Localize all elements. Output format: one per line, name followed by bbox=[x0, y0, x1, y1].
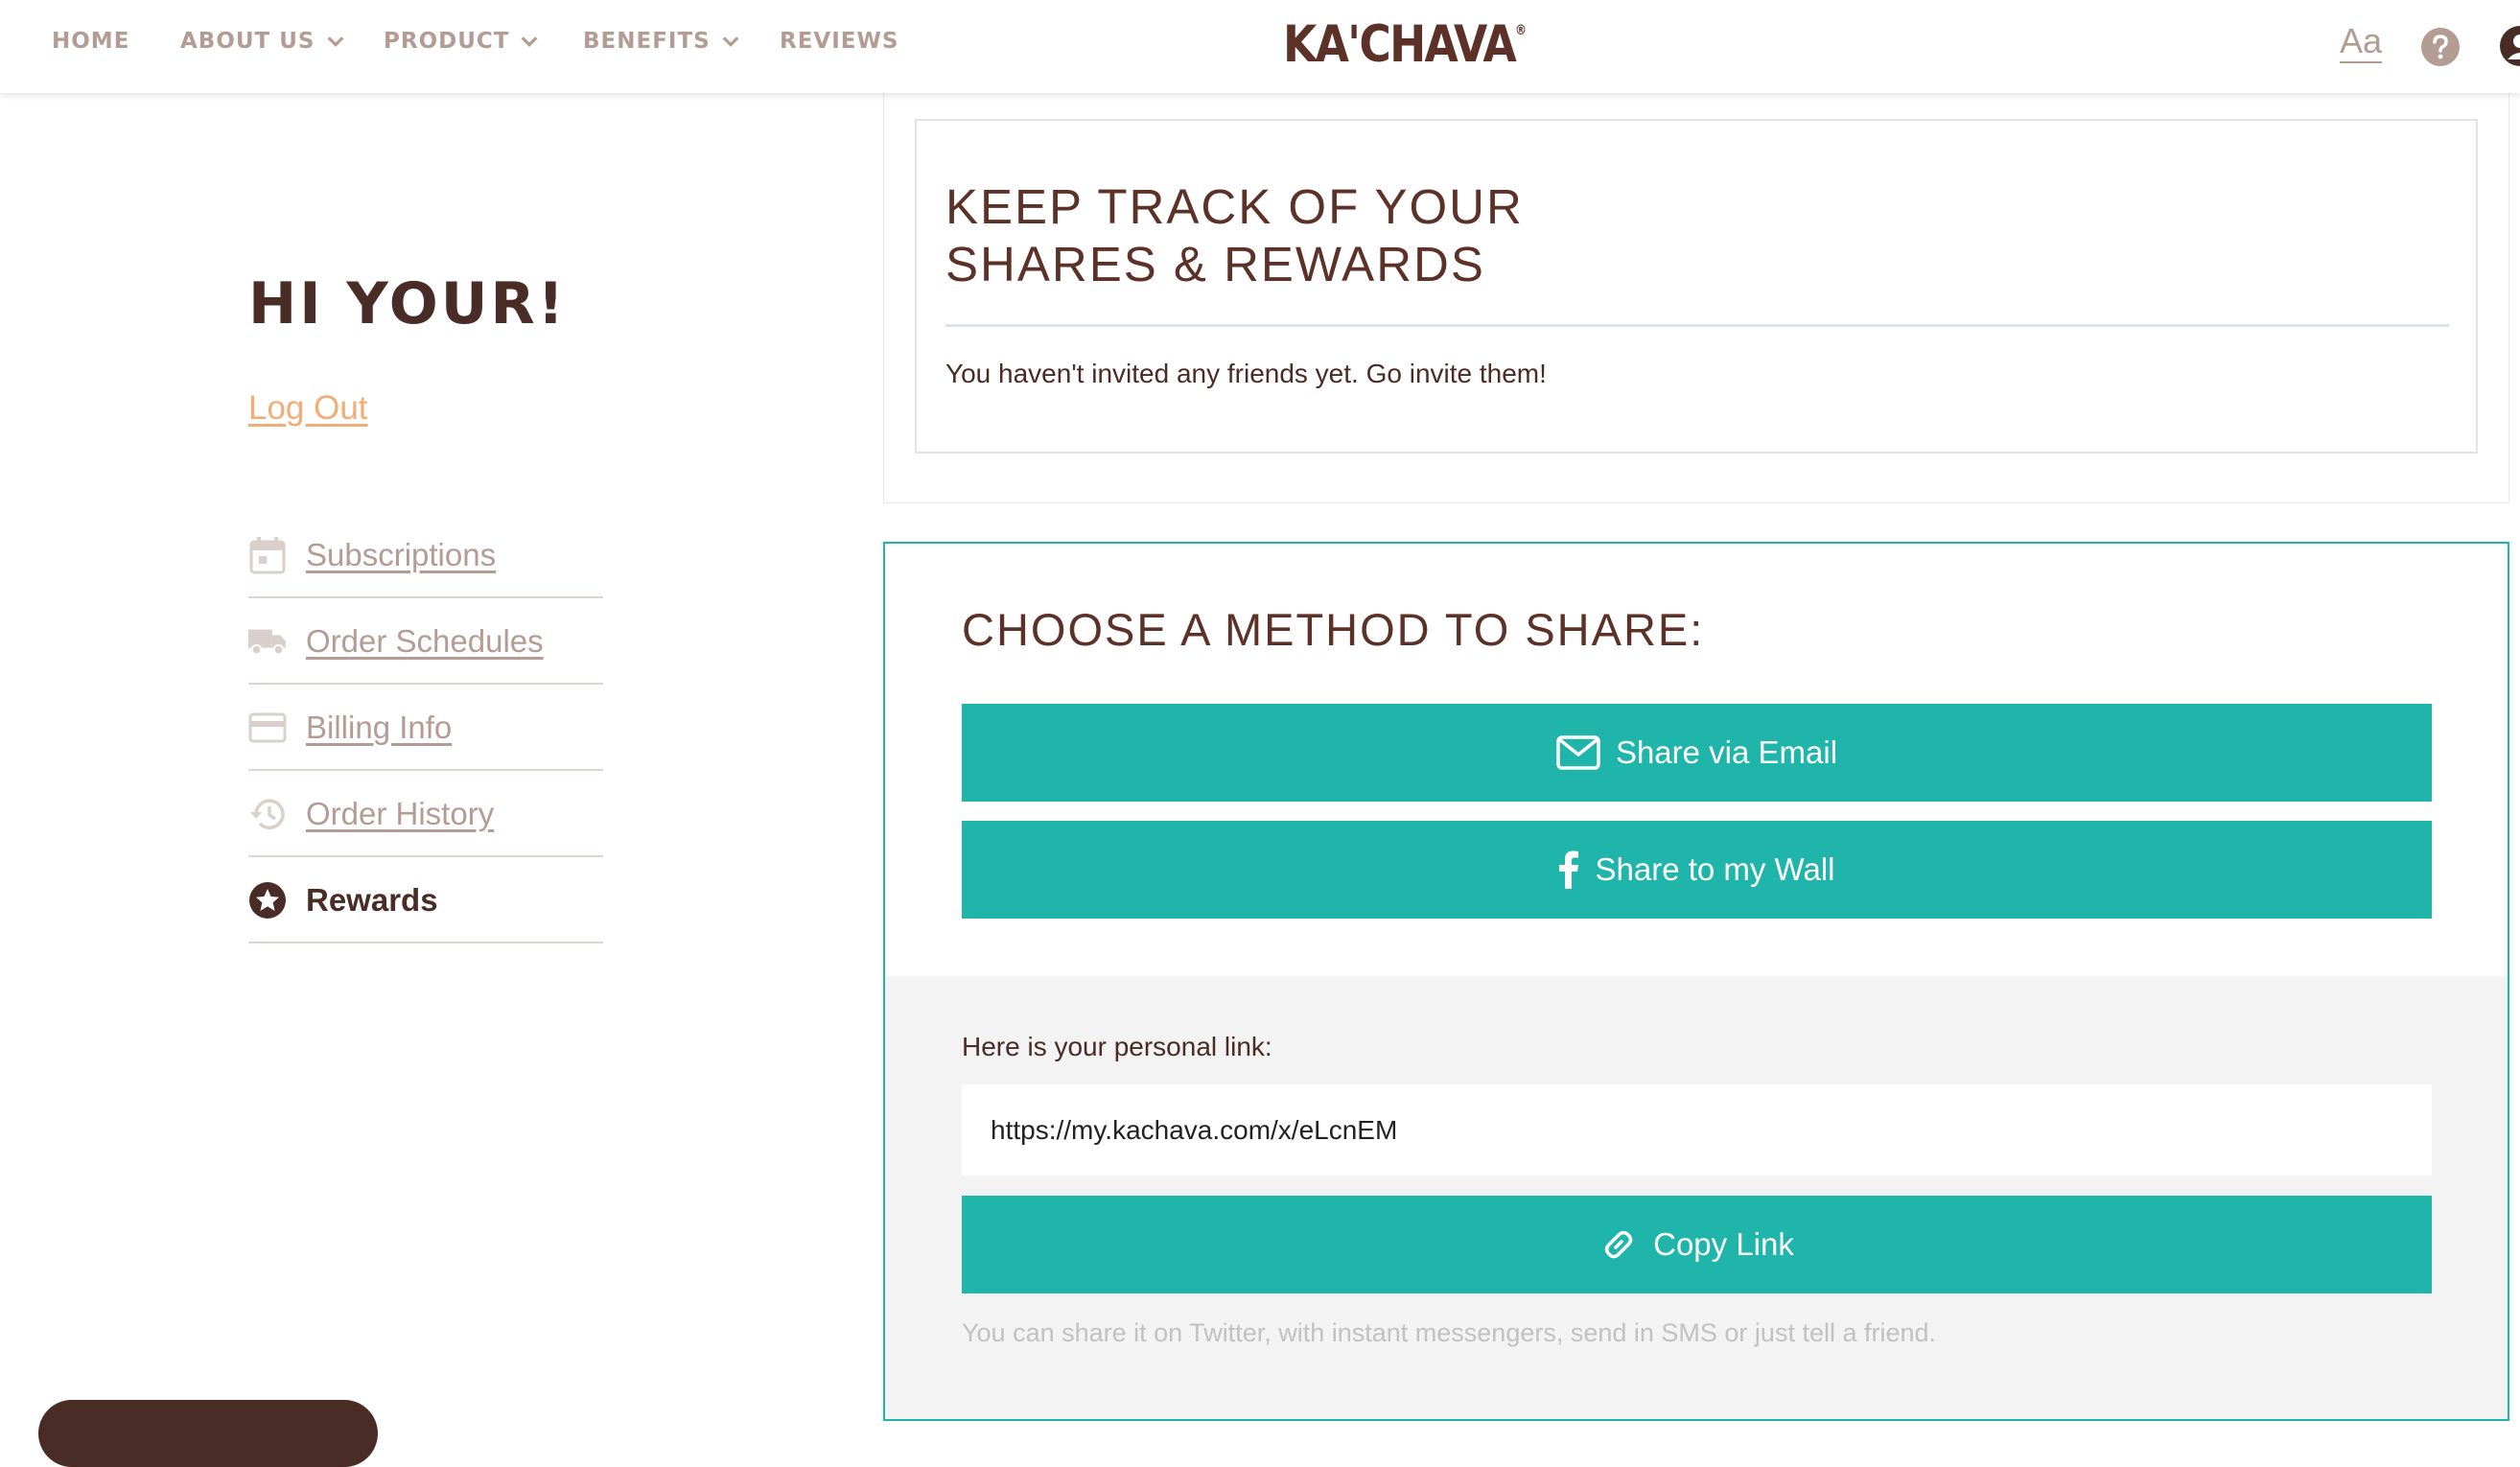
no-invites-message: You haven't invited any friends yet. Go … bbox=[945, 359, 1547, 388]
rewards-tracker-title-line-1: KEEP TRACK OF YOUR bbox=[945, 179, 1524, 234]
share-methods-card: CHOOSE A METHOD TO SHARE: Share via Emai… bbox=[883, 542, 2509, 1421]
history-icon bbox=[248, 795, 287, 833]
sidebar-item-rewards[interactable]: Rewards bbox=[248, 859, 603, 943]
sidebar-item-order-history[interactable]: Order History bbox=[248, 773, 603, 857]
question-circle-icon[interactable] bbox=[2420, 27, 2461, 67]
chevron-down-icon bbox=[722, 36, 739, 47]
sidebar-item-billing-info[interactable]: Billing Info bbox=[248, 687, 603, 771]
envelope-icon bbox=[1556, 735, 1600, 770]
share-via-email-label: Share via Email bbox=[1615, 734, 1838, 770]
nav-product[interactable]: PRODUCT bbox=[384, 29, 540, 54]
personal-link-panel: Here is your personal link: Copy Link Yo… bbox=[885, 976, 2508, 1419]
font-size-icon-text: Aa bbox=[2340, 21, 2383, 60]
personal-link-field[interactable] bbox=[962, 1084, 2432, 1176]
sidebar-item-label: Subscriptions bbox=[306, 537, 497, 572]
sidebar-item-label: Order History bbox=[306, 796, 495, 831]
top-nav: HOME ABOUT US PRODUCT BENEFITS REVIEWS K… bbox=[0, 0, 2520, 93]
sidebar-item-label: Order Schedules bbox=[306, 623, 544, 659]
share-to-wall-button[interactable]: Share to my Wall bbox=[962, 821, 2432, 919]
rewards-tracker-card: KEEP TRACK OF YOUR SHARES & REWARDS You … bbox=[915, 119, 2478, 454]
logout-link[interactable]: Log Out bbox=[248, 389, 368, 428]
calendar-icon bbox=[248, 536, 287, 574]
account-menu: Subscriptions Order Schedules Billing In… bbox=[248, 514, 603, 945]
truck-icon bbox=[248, 622, 287, 661]
divider bbox=[945, 324, 2449, 327]
nav-reviews[interactable]: REVIEWS bbox=[780, 29, 898, 54]
share-methods-title: CHOOSE A METHOD TO SHARE: bbox=[962, 604, 1705, 655]
greeting-heading: HI YOUR! bbox=[248, 270, 568, 338]
rewards-tracker-title: KEEP TRACK OF YOUR SHARES & REWARDS bbox=[945, 178, 2096, 293]
nav-product-label: PRODUCT bbox=[384, 29, 510, 54]
nav-benefits[interactable]: BENEFITS bbox=[583, 29, 741, 54]
sidebar-item-label: Rewards bbox=[306, 882, 438, 918]
font-size-icon[interactable]: Aa bbox=[2340, 21, 2383, 63]
nav-benefits-label: BENEFITS bbox=[583, 29, 711, 54]
share-to-wall-label: Share to my Wall bbox=[1595, 851, 1835, 887]
credit-card-icon bbox=[248, 709, 287, 747]
copy-link-button[interactable]: Copy Link bbox=[962, 1196, 2432, 1293]
nav-home-label: HOME bbox=[52, 29, 130, 54]
personal-link-label: Here is your personal link: bbox=[962, 1032, 1272, 1061]
nav-home[interactable]: HOME bbox=[52, 29, 129, 54]
chevron-down-icon bbox=[522, 36, 538, 47]
chat-widget-button[interactable] bbox=[38, 1400, 378, 1467]
star-circle-icon bbox=[248, 881, 287, 920]
logo-text: KA'CHAVA bbox=[1283, 15, 1517, 74]
nav-about-us-label: ABOUT US bbox=[180, 29, 315, 54]
chevron-down-icon bbox=[327, 36, 343, 47]
user-icon[interactable] bbox=[2499, 25, 2520, 67]
nav-reviews-label: REVIEWS bbox=[780, 29, 899, 54]
sidebar-item-order-schedules[interactable]: Order Schedules bbox=[248, 600, 603, 685]
share-via-email-button[interactable]: Share via Email bbox=[962, 704, 2432, 802]
link-icon bbox=[1604, 1230, 1633, 1259]
nav-about-us[interactable]: ABOUT US bbox=[180, 29, 346, 54]
facebook-icon bbox=[1559, 850, 1579, 889]
copy-link-label: Copy Link bbox=[1653, 1226, 1794, 1262]
rewards-tracker-title-line-2: SHARES & REWARDS bbox=[945, 237, 1485, 291]
sidebar-item-label: Billing Info bbox=[306, 710, 453, 745]
sidebar-item-subscriptions[interactable]: Subscriptions bbox=[248, 514, 603, 598]
logo-registered-mark: ® bbox=[1515, 23, 1527, 38]
kachava-logo[interactable]: KA'CHAVA® bbox=[1283, 15, 1527, 74]
share-hint-text: You can share it on Twitter, with instan… bbox=[962, 1318, 1937, 1347]
